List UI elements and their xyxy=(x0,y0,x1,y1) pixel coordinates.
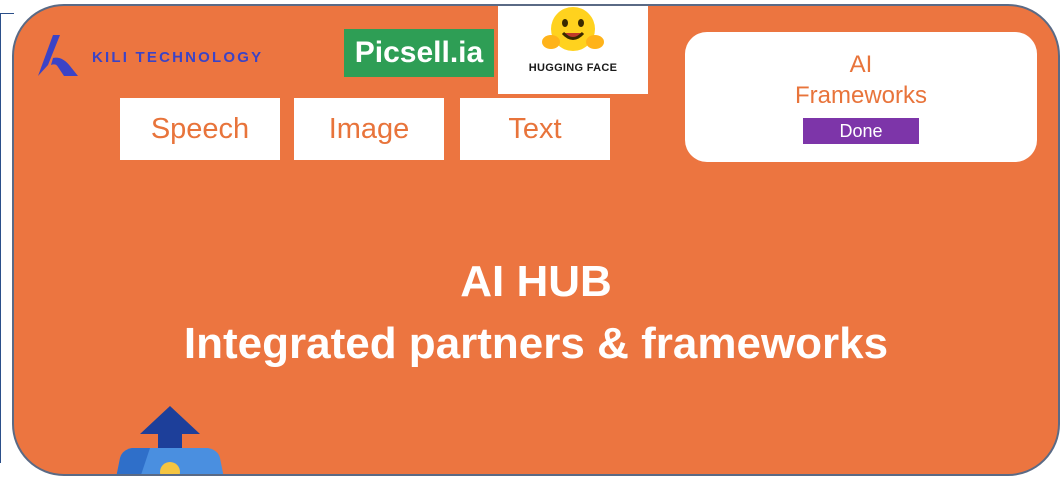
status-badge: Done xyxy=(803,118,919,144)
hugging-face-label: HUGGING FACE xyxy=(528,62,618,74)
kili-logo-icon xyxy=(38,35,78,76)
picsellia-logo[interactable]: Picsell.ia xyxy=(344,29,494,77)
ai-frameworks-title-line2: Frameworks xyxy=(794,82,927,109)
modality-text[interactable]: Text xyxy=(460,98,610,160)
modality-image[interactable]: Image xyxy=(294,98,444,160)
ai-hub-panel: KILI TECHNOLOGY Picsell.ia HUGGING FACE … xyxy=(12,4,1060,476)
frame-line-top xyxy=(0,13,14,14)
frame-line-left xyxy=(0,13,1,463)
modality-speech[interactable]: Speech xyxy=(120,98,280,160)
hub-subtitle: Integrated partners & frameworks xyxy=(183,319,889,368)
upload-robot-icon xyxy=(116,406,224,474)
hugging-face-emoji-icon xyxy=(542,7,604,51)
ai-frameworks-box[interactable]: AI Frameworks Done xyxy=(685,32,1037,162)
ai-frameworks-title-line1: AI xyxy=(849,51,873,78)
hub-title: AI HUB xyxy=(460,257,612,306)
kili-technology-logo[interactable]: KILI TECHNOLOGY xyxy=(36,32,263,78)
kili-technology-label: KILI TECHNOLOGY xyxy=(92,48,264,66)
hugging-face-logo[interactable]: HUGGING FACE xyxy=(498,6,648,94)
